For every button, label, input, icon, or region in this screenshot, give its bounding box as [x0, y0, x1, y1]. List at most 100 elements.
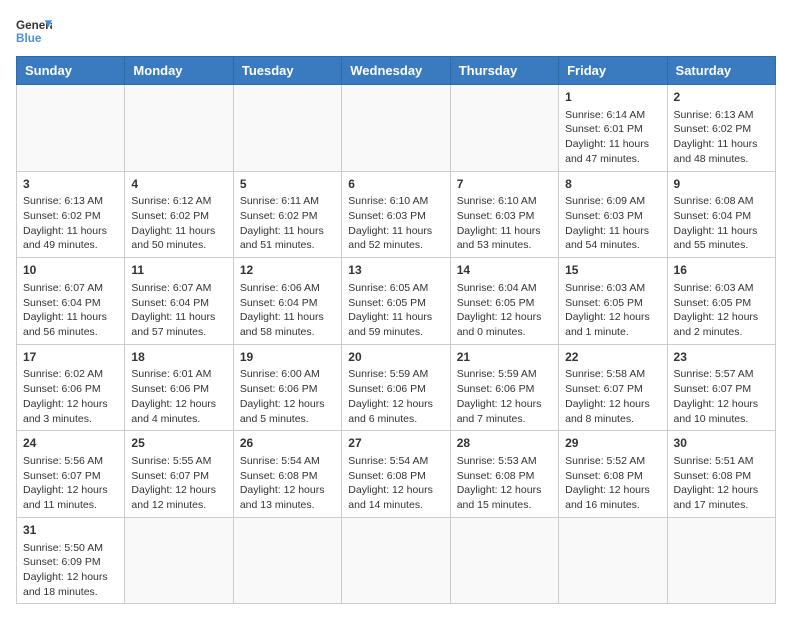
day-number: 22 — [565, 349, 660, 366]
sunset-text: Sunset: 6:06 PM — [240, 382, 335, 397]
sunrise-text: Sunrise: 6:01 AM — [131, 367, 226, 382]
calendar-week-2: 10Sunrise: 6:07 AMSunset: 6:04 PMDayligh… — [17, 258, 776, 345]
daylight-text: Daylight: 11 hours and 52 minutes. — [348, 224, 443, 253]
sunset-text: Sunset: 6:02 PM — [131, 209, 226, 224]
sunset-text: Sunset: 6:07 PM — [674, 382, 769, 397]
sunrise-text: Sunrise: 6:10 AM — [348, 194, 443, 209]
calendar-cell: 12Sunrise: 6:06 AMSunset: 6:04 PMDayligh… — [233, 258, 341, 345]
sunrise-text: Sunrise: 6:13 AM — [23, 194, 118, 209]
logo-area: General Blue — [16, 16, 52, 46]
weekday-header-saturday: Saturday — [667, 57, 775, 85]
day-number: 31 — [23, 522, 118, 539]
day-number: 9 — [674, 176, 769, 193]
sunrise-text: Sunrise: 5:51 AM — [674, 454, 769, 469]
calendar-cell: 3Sunrise: 6:13 AMSunset: 6:02 PMDaylight… — [17, 171, 125, 258]
sunrise-text: Sunrise: 6:08 AM — [674, 194, 769, 209]
calendar-cell: 19Sunrise: 6:00 AMSunset: 6:06 PMDayligh… — [233, 344, 341, 431]
sunset-text: Sunset: 6:04 PM — [131, 296, 226, 311]
day-number: 23 — [674, 349, 769, 366]
page-container: General Blue SundayMondayTuesdayWednesda… — [16, 16, 776, 604]
calendar-week-5: 31Sunrise: 5:50 AMSunset: 6:09 PMDayligh… — [17, 517, 776, 604]
calendar-cell: 14Sunrise: 6:04 AMSunset: 6:05 PMDayligh… — [450, 258, 558, 345]
day-number: 10 — [23, 262, 118, 279]
sunrise-text: Sunrise: 6:07 AM — [23, 281, 118, 296]
daylight-text: Daylight: 12 hours and 17 minutes. — [674, 483, 769, 512]
day-number: 30 — [674, 435, 769, 452]
sunrise-text: Sunrise: 6:06 AM — [240, 281, 335, 296]
calendar-cell: 26Sunrise: 5:54 AMSunset: 6:08 PMDayligh… — [233, 431, 341, 518]
sunrise-text: Sunrise: 5:57 AM — [674, 367, 769, 382]
day-number: 27 — [348, 435, 443, 452]
day-number: 15 — [565, 262, 660, 279]
calendar-cell: 1Sunrise: 6:14 AMSunset: 6:01 PMDaylight… — [559, 85, 667, 172]
calendar-cell: 22Sunrise: 5:58 AMSunset: 6:07 PMDayligh… — [559, 344, 667, 431]
sunset-text: Sunset: 6:05 PM — [457, 296, 552, 311]
calendar-cell: 11Sunrise: 6:07 AMSunset: 6:04 PMDayligh… — [125, 258, 233, 345]
sunset-text: Sunset: 6:06 PM — [131, 382, 226, 397]
sunset-text: Sunset: 6:06 PM — [457, 382, 552, 397]
calendar-cell: 9Sunrise: 6:08 AMSunset: 6:04 PMDaylight… — [667, 171, 775, 258]
calendar-cell: 8Sunrise: 6:09 AMSunset: 6:03 PMDaylight… — [559, 171, 667, 258]
day-number: 12 — [240, 262, 335, 279]
calendar-cell: 15Sunrise: 6:03 AMSunset: 6:05 PMDayligh… — [559, 258, 667, 345]
daylight-text: Daylight: 11 hours and 53 minutes. — [457, 224, 552, 253]
sunrise-text: Sunrise: 6:04 AM — [457, 281, 552, 296]
daylight-text: Daylight: 12 hours and 0 minutes. — [457, 310, 552, 339]
calendar-cell: 20Sunrise: 5:59 AMSunset: 6:06 PMDayligh… — [342, 344, 450, 431]
calendar-cell: 25Sunrise: 5:55 AMSunset: 6:07 PMDayligh… — [125, 431, 233, 518]
day-number: 21 — [457, 349, 552, 366]
calendar-cell — [17, 85, 125, 172]
day-number: 18 — [131, 349, 226, 366]
svg-text:Blue: Blue — [16, 32, 42, 45]
daylight-text: Daylight: 11 hours and 56 minutes. — [23, 310, 118, 339]
sunrise-text: Sunrise: 6:03 AM — [565, 281, 660, 296]
sunset-text: Sunset: 6:03 PM — [348, 209, 443, 224]
sunrise-text: Sunrise: 5:54 AM — [348, 454, 443, 469]
weekday-header-friday: Friday — [559, 57, 667, 85]
daylight-text: Daylight: 12 hours and 18 minutes. — [23, 570, 118, 599]
day-number: 1 — [565, 89, 660, 106]
calendar-cell: 18Sunrise: 6:01 AMSunset: 6:06 PMDayligh… — [125, 344, 233, 431]
calendar-cell — [125, 85, 233, 172]
daylight-text: Daylight: 12 hours and 2 minutes. — [674, 310, 769, 339]
sunrise-text: Sunrise: 5:59 AM — [348, 367, 443, 382]
sunset-text: Sunset: 6:04 PM — [674, 209, 769, 224]
daylight-text: Daylight: 11 hours and 51 minutes. — [240, 224, 335, 253]
daylight-text: Daylight: 12 hours and 4 minutes. — [131, 397, 226, 426]
calendar-cell: 28Sunrise: 5:53 AMSunset: 6:08 PMDayligh… — [450, 431, 558, 518]
sunset-text: Sunset: 6:09 PM — [23, 555, 118, 570]
day-number: 5 — [240, 176, 335, 193]
calendar-cell: 16Sunrise: 6:03 AMSunset: 6:05 PMDayligh… — [667, 258, 775, 345]
sunset-text: Sunset: 6:02 PM — [674, 122, 769, 137]
daylight-text: Daylight: 12 hours and 6 minutes. — [348, 397, 443, 426]
calendar-cell — [233, 517, 341, 604]
daylight-text: Daylight: 11 hours and 47 minutes. — [565, 137, 660, 166]
sunset-text: Sunset: 6:07 PM — [23, 469, 118, 484]
day-number: 24 — [23, 435, 118, 452]
calendar-week-0: 1Sunrise: 6:14 AMSunset: 6:01 PMDaylight… — [17, 85, 776, 172]
sunrise-text: Sunrise: 6:13 AM — [674, 108, 769, 123]
sunset-text: Sunset: 6:08 PM — [565, 469, 660, 484]
calendar-cell: 23Sunrise: 5:57 AMSunset: 6:07 PMDayligh… — [667, 344, 775, 431]
sunrise-text: Sunrise: 6:02 AM — [23, 367, 118, 382]
day-number: 19 — [240, 349, 335, 366]
sunrise-text: Sunrise: 6:07 AM — [131, 281, 226, 296]
sunrise-text: Sunrise: 5:54 AM — [240, 454, 335, 469]
calendar-week-3: 17Sunrise: 6:02 AMSunset: 6:06 PMDayligh… — [17, 344, 776, 431]
sunset-text: Sunset: 6:08 PM — [348, 469, 443, 484]
sunset-text: Sunset: 6:03 PM — [457, 209, 552, 224]
daylight-text: Daylight: 12 hours and 14 minutes. — [348, 483, 443, 512]
calendar-cell: 13Sunrise: 6:05 AMSunset: 6:05 PMDayligh… — [342, 258, 450, 345]
calendar-cell: 17Sunrise: 6:02 AMSunset: 6:06 PMDayligh… — [17, 344, 125, 431]
daylight-text: Daylight: 11 hours and 55 minutes. — [674, 224, 769, 253]
day-number: 3 — [23, 176, 118, 193]
sunrise-text: Sunrise: 6:14 AM — [565, 108, 660, 123]
daylight-text: Daylight: 12 hours and 13 minutes. — [240, 483, 335, 512]
sunrise-text: Sunrise: 6:10 AM — [457, 194, 552, 209]
sunset-text: Sunset: 6:04 PM — [240, 296, 335, 311]
day-number: 17 — [23, 349, 118, 366]
sunset-text: Sunset: 6:08 PM — [674, 469, 769, 484]
calendar-cell — [342, 517, 450, 604]
sunrise-text: Sunrise: 5:59 AM — [457, 367, 552, 382]
weekday-header-thursday: Thursday — [450, 57, 558, 85]
